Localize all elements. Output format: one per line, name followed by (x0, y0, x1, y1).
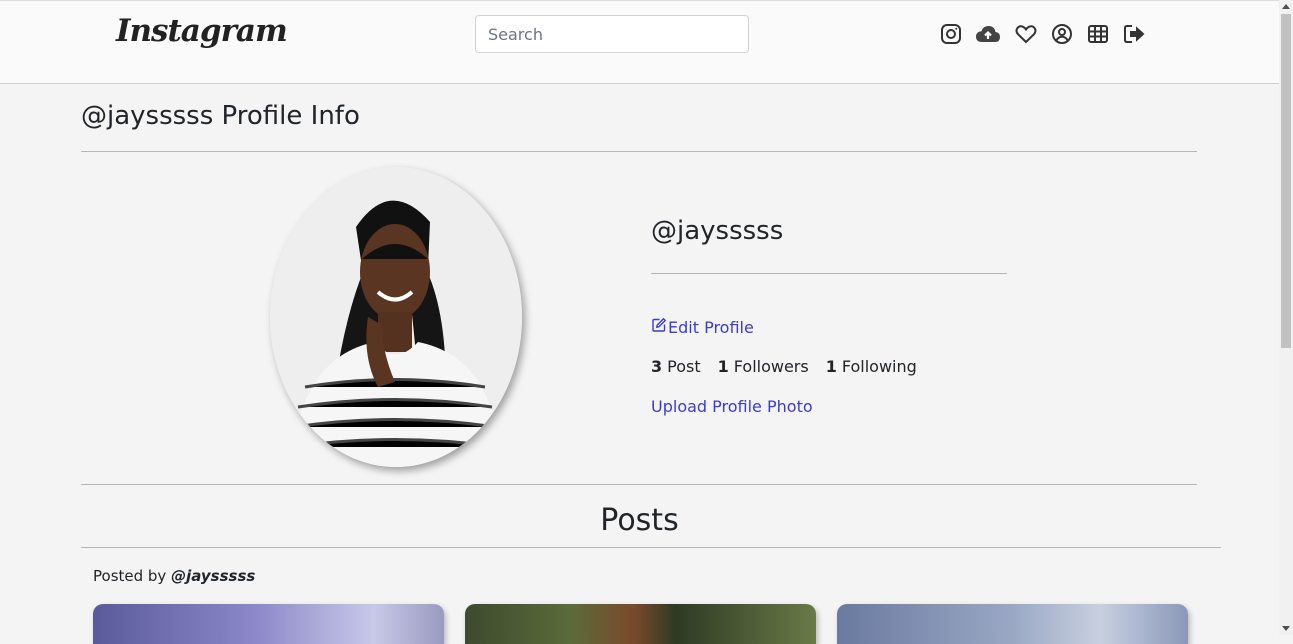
followers-stat: 1 Followers (717, 357, 809, 376)
section-divider (81, 484, 1197, 485)
scrollbar-thumb[interactable] (1281, 14, 1291, 348)
title-divider (81, 151, 1197, 152)
edit-icon (651, 317, 668, 337)
profile-username: @jaysssss (651, 216, 784, 246)
posts-stat: 3 Post (651, 357, 701, 376)
edit-profile-link[interactable]: Edit Profile (651, 317, 754, 337)
edit-profile-label: Edit Profile (668, 317, 754, 337)
top-navbar: Instagram (0, 0, 1279, 84)
posted-by: Posted by @jaysssss (93, 567, 255, 585)
posted-by-label: Posted by (93, 567, 167, 585)
heart-icon[interactable] (1014, 22, 1038, 46)
user-circle-icon[interactable] (1050, 22, 1074, 46)
scrollbar[interactable] (1279, 0, 1293, 635)
posts-heading: Posts (600, 503, 679, 538)
profile-stats: 3 Post 1 Followers 1 Following (651, 357, 917, 376)
logout-icon[interactable] (1122, 22, 1146, 46)
instagram-icon[interactable] (939, 22, 963, 46)
post-thumbnail[interactable] (93, 604, 444, 644)
following-stat: 1 Following (825, 357, 917, 376)
grid-icon[interactable] (1086, 22, 1110, 46)
profile-photo (270, 167, 522, 467)
posts-divider (81, 547, 1221, 548)
posted-by-username[interactable]: @jaysssss (171, 567, 255, 585)
upload-profile-photo-link[interactable]: Upload Profile Photo (651, 397, 813, 416)
post-thumbnail[interactable] (465, 604, 816, 644)
cloud-upload-icon[interactable] (975, 22, 1001, 46)
instagram-logo[interactable]: Instagram (116, 13, 288, 49)
scroll-up-arrow[interactable] (1282, 4, 1290, 9)
scroll-down-arrow[interactable] (1282, 626, 1290, 631)
username-divider (651, 273, 1007, 274)
post-thumbnail[interactable] (837, 604, 1188, 644)
search-input[interactable] (475, 15, 749, 53)
page-title: @jaysssss Profile Info (81, 101, 360, 131)
